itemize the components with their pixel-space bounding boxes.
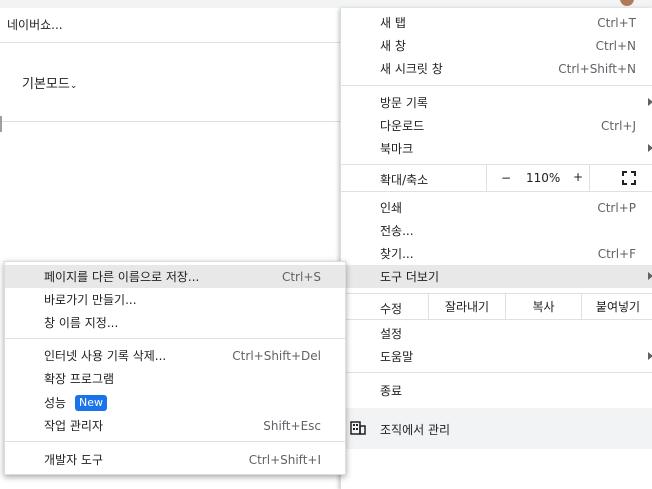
menu-item-label: 종료: [380, 384, 403, 398]
shortcut-label: Shift+Esc: [263, 418, 321, 433]
profile-avatar[interactable]: [620, 0, 634, 6]
divider: [5, 441, 345, 442]
zoom-out-button[interactable]: −: [501, 171, 511, 185]
menu-item-label: 전송...: [380, 224, 414, 238]
zoom-label: 확대/축소: [380, 173, 429, 187]
building-icon: [350, 421, 366, 435]
submenu-arrow-icon: [648, 352, 652, 360]
page-edge: [0, 116, 2, 132]
menu-item-label: 도움말: [380, 350, 414, 364]
zoom-level: 110%: [526, 171, 561, 185]
submenu-item-performance[interactable]: 성능 New: [5, 391, 345, 414]
submenu-item-dev-tools[interactable]: 개발자 도구 Ctrl+Shift+I: [5, 448, 345, 471]
new-badge: New: [75, 395, 107, 411]
menu-item-label: 새 시크릿 창: [380, 62, 443, 76]
menu-item-label: 작업 관리자: [44, 419, 104, 433]
menu-item-cast[interactable]: 전송...: [341, 219, 652, 242]
menu-item-label: 성능: [44, 396, 67, 410]
mode-dropdown[interactable]: 기본모드⌄: [22, 73, 77, 92]
submenu-item-clear-data[interactable]: 인터넷 사용 기록 삭제... Ctrl+Shift+Del: [5, 344, 345, 367]
copy-button[interactable]: 복사: [505, 294, 581, 319]
menu-item-more-tools[interactable]: 도구 더보기: [341, 265, 652, 288]
menu-item-label: 바로가기 만들기...: [44, 293, 137, 307]
menu-item-label: 찾기...: [380, 247, 414, 261]
menu-item-label: 설정: [380, 327, 403, 341]
submenu-item-name-window[interactable]: 창 이름 지정...: [5, 311, 345, 334]
background-tab-strip: 네이버쇼...: [0, 8, 340, 43]
divider: [341, 85, 652, 86]
menu-item-incognito[interactable]: 새 시크릿 창 Ctrl+Shift+N: [341, 57, 652, 80]
menu-item-label: 북마크: [380, 142, 414, 156]
mode-label: 기본모드: [22, 77, 70, 92]
menu-item-new-window[interactable]: 새 창 Ctrl+N: [341, 34, 652, 57]
shortcut-label: Ctrl+Shift+Del: [232, 348, 321, 363]
submenu-arrow-icon: [648, 144, 652, 152]
shortcut-label: Ctrl+Shift+N: [558, 61, 636, 76]
cut-label: 잘라내기: [444, 300, 490, 314]
zoom-row: 확대/축소 − 110% +: [341, 165, 652, 191]
zoom-in-button[interactable]: +: [573, 170, 583, 184]
menu-item-label: 페이지를 다른 이름으로 저장...: [44, 270, 200, 284]
chrome-main-menu: 새 탭 Ctrl+T 새 창 Ctrl+N 새 시크릿 창 Ctrl+Shift…: [340, 8, 652, 489]
menu-item-label: 확장 프로그램: [44, 372, 115, 386]
shortcut-label: Ctrl+F: [597, 246, 636, 261]
managed-label: 조직에서 관리: [380, 423, 451, 437]
menu-item-downloads[interactable]: 다운로드 Ctrl+J: [341, 114, 652, 137]
edit-row: 수정 잘라내기 복사 붙여넣기: [341, 293, 652, 320]
menu-item-label: 방문 기록: [380, 96, 428, 110]
shortcut-label: Ctrl+N: [595, 38, 636, 53]
managed-by-organization[interactable]: 조직에서 관리: [341, 408, 652, 449]
menu-item-print[interactable]: 인쇄 Ctrl+P: [341, 196, 652, 219]
menu-item-label: 개발자 도구: [44, 453, 104, 467]
menu-item-settings[interactable]: 설정: [341, 322, 652, 345]
submenu-item-create-shortcut[interactable]: 바로가기 만들기...: [5, 288, 345, 311]
background-toolbar: 기본모드⌄: [0, 43, 340, 132]
divider: [341, 372, 652, 373]
menu-item-label: 인쇄: [380, 201, 403, 215]
browser-top-bar: [0, 0, 652, 8]
menu-item-find[interactable]: 찾기... Ctrl+F: [341, 242, 652, 265]
shortcut-label: Ctrl+P: [597, 200, 636, 215]
menu-item-help[interactable]: 도움말: [341, 345, 652, 368]
paste-button[interactable]: 붙여넣기: [581, 294, 652, 319]
tab-title[interactable]: 네이버쇼...: [7, 16, 63, 33]
cut-button[interactable]: 잘라내기: [428, 294, 505, 319]
shortcut-label: Ctrl+Shift+I: [248, 452, 321, 467]
shortcut-label: Ctrl+S: [281, 269, 321, 284]
menu-item-label: 다운로드: [380, 119, 425, 133]
divider: [341, 191, 652, 192]
chevron-down-icon: ⌄: [69, 81, 78, 91]
menu-item-label: 창 이름 지정...: [44, 316, 119, 330]
menu-item-label: 도구 더보기: [380, 270, 440, 284]
menu-item-new-tab[interactable]: 새 탭 Ctrl+T: [341, 11, 652, 34]
submenu-arrow-icon: [648, 98, 652, 106]
menu-item-exit[interactable]: 종료: [341, 379, 652, 402]
paste-label: 붙여넣기: [595, 300, 641, 314]
copy-label: 복사: [532, 300, 555, 314]
divider: [5, 338, 345, 339]
submenu-item-task-manager[interactable]: 작업 관리자 Shift+Esc: [5, 414, 345, 437]
fullscreen-icon[interactable]: [622, 171, 636, 185]
submenu-item-extensions[interactable]: 확장 프로그램: [5, 367, 345, 390]
submenu-item-save-page[interactable]: 페이지를 다른 이름으로 저장... Ctrl+S: [5, 265, 345, 288]
submenu-arrow-icon: [648, 272, 652, 280]
shortcut-label: Ctrl+T: [597, 15, 636, 30]
menu-item-bookmarks[interactable]: 북마크: [341, 137, 652, 160]
menu-item-label: 새 창: [380, 39, 406, 53]
menu-item-history[interactable]: 방문 기록: [341, 91, 652, 114]
menu-item-label: 인터넷 사용 기록 삭제...: [44, 349, 167, 363]
menu-item-label: 새 탭: [380, 16, 406, 30]
edit-label: 수정: [380, 302, 403, 316]
shortcut-label: Ctrl+J: [601, 118, 636, 133]
more-tools-submenu: 페이지를 다른 이름으로 저장... Ctrl+S 바로가기 만들기... 창 …: [4, 261, 346, 475]
